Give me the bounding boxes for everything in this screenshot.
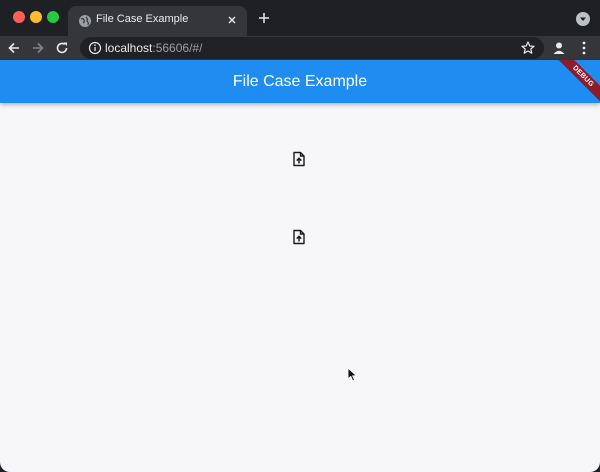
browser-menu-icon[interactable] bbox=[576, 40, 592, 56]
file-upload-icon[interactable] bbox=[291, 229, 307, 245]
debug-label: DEBUG bbox=[554, 60, 600, 106]
chevron-down-icon bbox=[580, 17, 586, 21]
close-window-button[interactable] bbox=[13, 11, 25, 23]
mouse-cursor-icon bbox=[347, 367, 357, 382]
bookmark-star-icon[interactable] bbox=[520, 40, 536, 56]
globe-icon bbox=[79, 15, 91, 27]
address-bar[interactable]: localhost:56606/#/ bbox=[80, 37, 544, 59]
close-tab-icon[interactable] bbox=[225, 13, 239, 27]
minimize-window-button[interactable] bbox=[30, 11, 42, 23]
app-bar: File Case Example bbox=[0, 60, 600, 103]
profile-icon[interactable] bbox=[551, 40, 567, 56]
browser-toolbar: localhost:56606/#/ bbox=[0, 36, 600, 60]
file-upload-icon[interactable] bbox=[291, 151, 307, 167]
maximize-window-button[interactable] bbox=[47, 11, 59, 23]
reload-icon[interactable] bbox=[54, 40, 70, 56]
forward-icon[interactable] bbox=[30, 40, 46, 56]
tab-search-button[interactable] bbox=[576, 12, 590, 26]
back-icon[interactable] bbox=[6, 40, 22, 56]
url-host: localhost bbox=[105, 41, 153, 55]
new-tab-icon[interactable] bbox=[257, 11, 271, 25]
tab-strip: File Case Example bbox=[0, 0, 600, 36]
url-text[interactable]: localhost:56606/#/ bbox=[105, 41, 202, 55]
page-title: File Case Example bbox=[232, 73, 368, 90]
debug-banner: DEBUG bbox=[552, 60, 600, 108]
url-path: :56606/#/ bbox=[152, 41, 203, 55]
info-icon[interactable] bbox=[88, 41, 102, 55]
tab-title: File Case Example bbox=[96, 13, 189, 25]
browser-tab[interactable]: File Case Example bbox=[68, 6, 247, 36]
app-page: File Case Example DEBUG bbox=[0, 60, 600, 472]
browser-window: File Case Example localhost:56606/#/ Fil… bbox=[0, 0, 600, 472]
